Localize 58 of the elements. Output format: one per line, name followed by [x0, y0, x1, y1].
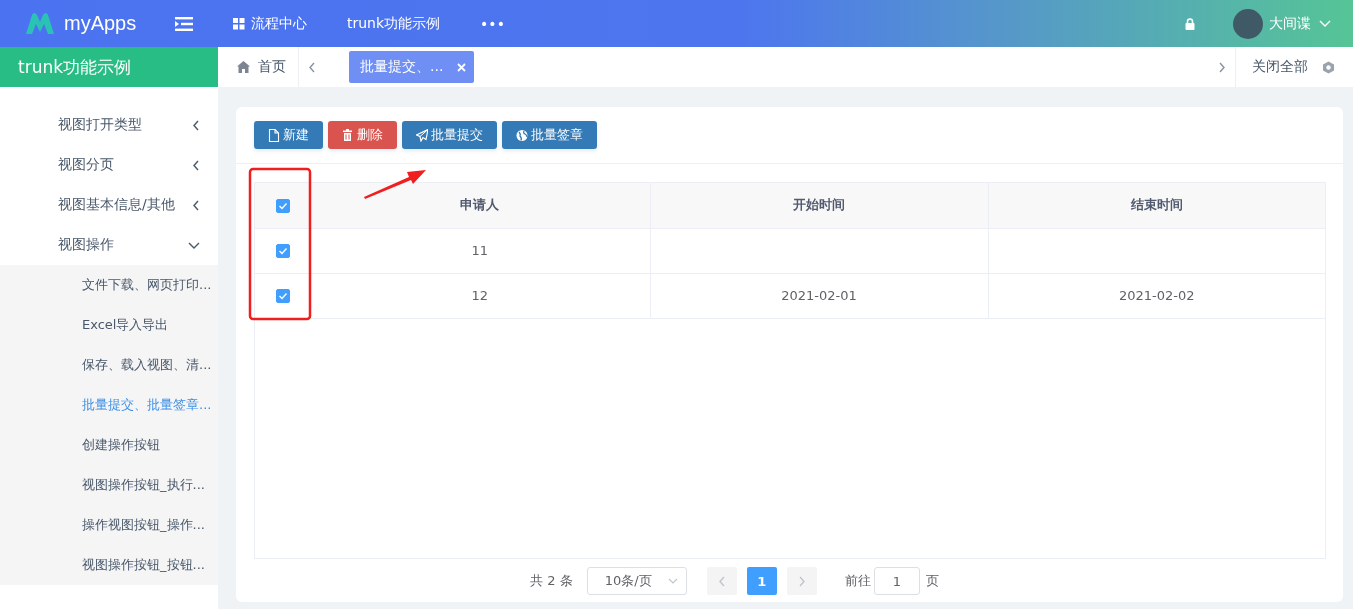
- checkbox[interactable]: [275, 289, 290, 304]
- globe-icon: [516, 128, 528, 142]
- chevron-down-icon: [1319, 19, 1331, 28]
- avatar: [1233, 8, 1263, 39]
- sidebar-subitem[interactable]: 操作视图按钮_操作...: [0, 505, 218, 545]
- chevron-down-icon: [667, 577, 678, 585]
- sidebar-subitem[interactable]: Excel导入导出: [0, 305, 218, 345]
- page-suffix: 页: [925, 572, 939, 590]
- close-all-button[interactable]: 关闭全部: [1235, 47, 1353, 87]
- checkbox[interactable]: [275, 244, 290, 259]
- goto-page-field[interactable]: 1: [873, 567, 920, 595]
- top-menu-item[interactable]: •••: [480, 15, 505, 32]
- lock-icon[interactable]: [1185, 17, 1195, 30]
- table-cell: 2021-02-02: [1118, 288, 1195, 303]
- chevron-right-icon: [797, 575, 806, 587]
- toolbar-button[interactable]: 新建: [254, 121, 323, 149]
- page-size-select[interactable]: 10条/页: [586, 567, 687, 595]
- toolbar-button[interactable]: 批量提交: [402, 121, 497, 149]
- sidebar-item[interactable]: 视图分页: [0, 145, 218, 185]
- next-page-button[interactable]: [786, 567, 817, 595]
- column-header: 开始时间: [650, 183, 988, 228]
- paper-plane-icon: [416, 128, 428, 142]
- chevron-left-icon: [717, 575, 726, 587]
- chevron-left-icon: [308, 61, 316, 73]
- sidebar-subitem[interactable]: 创建操作按钮: [0, 425, 218, 465]
- document-icon: [268, 128, 280, 142]
- checkbox[interactable]: [275, 199, 290, 213]
- toolbar-button[interactable]: 批量签章: [502, 121, 597, 149]
- close-icon: [457, 62, 467, 72]
- top-menu-item[interactable]: trunk功能示例: [347, 14, 441, 33]
- sidebar-item[interactable]: 视图基本信息/其他: [0, 185, 218, 225]
- previous-page-button[interactable]: [706, 567, 737, 595]
- table-cell: 2021-02-01: [781, 288, 857, 303]
- toolbar-button[interactable]: 删除: [328, 121, 397, 149]
- column-header: 结束时间: [988, 183, 1325, 228]
- sidebar-subitem[interactable]: 保存、载入视图、清...: [0, 345, 218, 385]
- sidebar-subitem[interactable]: 文件下载、网页打印...: [0, 265, 218, 305]
- grid-icon: [233, 17, 245, 30]
- home-icon: [237, 61, 250, 73]
- sidebar-subitem[interactable]: 视图操作按钮_按钮...: [0, 545, 218, 585]
- goto-label: 前往: [844, 572, 871, 590]
- chevron-right-icon: [1218, 61, 1226, 73]
- table-cell: 11: [471, 243, 488, 258]
- home-tab[interactable]: 首页: [218, 47, 299, 87]
- m-logo-icon: [24, 11, 56, 36]
- app-name: myApps: [64, 12, 137, 35]
- annotation-arrow: [363, 168, 427, 200]
- sidebar-subitem[interactable]: 视图操作按钮_执行...: [0, 465, 218, 505]
- menu-toggle-icon[interactable]: [175, 16, 195, 31]
- sidebar-title: trunk功能示例: [0, 47, 218, 87]
- hexagon-icon: [1322, 60, 1335, 74]
- column-header: 申请人: [310, 183, 650, 228]
- sidebar-item[interactable]: 视图打开类型: [0, 105, 218, 145]
- sidebar-item[interactable]: 视图操作: [0, 225, 218, 265]
- table-cell: 12: [471, 288, 488, 303]
- trash-icon: [342, 128, 354, 142]
- total-count: 共 2 条: [530, 572, 573, 590]
- top-menu-item[interactable]: 流程中心: [233, 14, 307, 33]
